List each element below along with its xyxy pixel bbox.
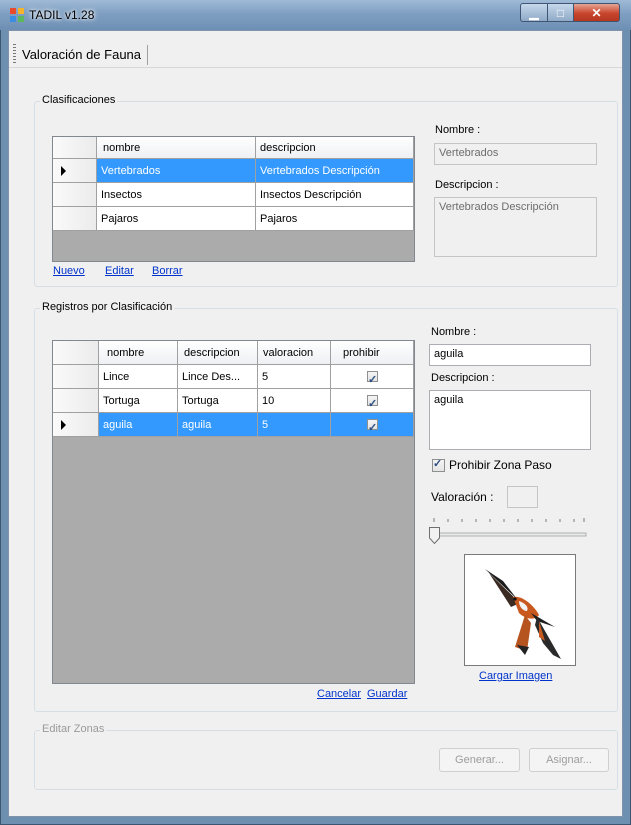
close-button[interactable]: ✕ xyxy=(573,3,620,22)
table-cell[interactable]: aguila xyxy=(178,413,258,437)
registro-nombre-field[interactable]: aguila xyxy=(429,344,591,366)
table-cell[interactable]: Lince xyxy=(99,365,178,389)
minimize-icon: ▁ xyxy=(529,5,539,20)
cancelar-link[interactable]: Cancelar xyxy=(317,688,361,700)
row-header[interactable] xyxy=(53,389,99,413)
table-cell[interactable]: aguila xyxy=(99,413,178,437)
table-cell-prohibir[interactable] xyxy=(331,389,414,413)
table-cell[interactable]: Tortuga xyxy=(99,389,178,413)
registros-title: Registros por Clasificación xyxy=(40,301,175,313)
close-icon: ✕ xyxy=(591,5,602,20)
table-cell[interactable]: 10 xyxy=(258,389,331,413)
prohibir-zona-paso-label[interactable]: Prohibir Zona Paso xyxy=(449,458,552,472)
prohibir-checkbox[interactable] xyxy=(367,417,378,436)
clasif-nombre-label: Nombre : xyxy=(435,124,481,136)
maximize-icon: □ xyxy=(556,5,565,20)
column-header-descripcion[interactable]: descripcion xyxy=(256,137,414,159)
registro-descripcion-field[interactable]: aguila xyxy=(429,390,591,450)
grid-corner xyxy=(53,137,97,159)
clasif-nombre-field[interactable]: Vertebrados xyxy=(434,143,597,165)
eagle-photo-icon xyxy=(485,569,561,659)
nuevo-link[interactable]: Nuevo xyxy=(53,265,85,277)
grid-corner xyxy=(53,341,99,365)
valoracion-field[interactable] xyxy=(507,486,538,508)
window-title: TADIL v1.28 xyxy=(29,8,95,22)
valoracion-slider[interactable] xyxy=(428,514,588,548)
row-header[interactable] xyxy=(53,207,97,231)
table-cell[interactable]: Insectos Descripción xyxy=(256,183,414,207)
row-header[interactable] xyxy=(53,365,99,389)
row-header[interactable] xyxy=(53,183,97,207)
row-header[interactable] xyxy=(53,413,99,437)
app-grid-icon xyxy=(9,7,25,23)
generar-button[interactable]: Generar... xyxy=(439,748,520,772)
row-header[interactable] xyxy=(53,159,97,183)
slider-thumb[interactable] xyxy=(429,527,440,545)
column-header-nombre[interactable]: nombre xyxy=(99,341,178,365)
current-row-arrow-icon xyxy=(61,166,66,176)
cargar-imagen-link[interactable]: Cargar Imagen xyxy=(479,670,552,682)
registro-nombre-label: Nombre : xyxy=(431,326,477,338)
editar-link[interactable]: Editar xyxy=(105,265,134,277)
maximize-button[interactable]: □ xyxy=(547,3,574,22)
prohibir-checkbox[interactable] xyxy=(367,393,378,412)
registro-descripcion-label: Descripcion : xyxy=(431,372,495,384)
current-row-arrow-icon xyxy=(61,420,66,430)
table-cell[interactable]: Vertebrados xyxy=(97,159,256,183)
toolstrip-grip-icon[interactable] xyxy=(13,44,16,64)
table-cell-prohibir[interactable] xyxy=(331,413,414,437)
minimize-button[interactable]: ▁ xyxy=(520,3,548,22)
registros-grid[interactable]: nombre descripcion valoracion prohibir L… xyxy=(52,340,415,684)
borrar-link[interactable]: Borrar xyxy=(152,265,183,277)
guardar-link[interactable]: Guardar xyxy=(367,688,407,700)
clasificaciones-grid[interactable]: nombre descripcion Vertebrados Vertebrad… xyxy=(52,136,415,262)
table-cell[interactable]: 5 xyxy=(258,365,331,389)
column-header-descripcion[interactable]: descripcion xyxy=(178,341,258,365)
slider-track-icon xyxy=(429,518,587,537)
valoracion-label: Valoración : xyxy=(431,490,494,504)
table-cell[interactable]: Pajaros xyxy=(256,207,414,231)
column-header-prohibir[interactable]: prohibir xyxy=(331,341,414,365)
editar-zonas-title: Editar Zonas xyxy=(40,723,107,735)
prohibir-zona-paso-checkbox[interactable] xyxy=(432,457,445,472)
clasif-descripcion-field[interactable]: Vertebrados Descripción xyxy=(434,197,597,257)
table-cell[interactable]: Tortuga xyxy=(178,389,258,413)
tab-valoracion-fauna[interactable]: Valoración de Fauna xyxy=(19,45,149,65)
table-cell[interactable]: Lince Des... xyxy=(178,365,258,389)
table-cell[interactable]: 5 xyxy=(258,413,331,437)
asignar-button[interactable]: Asignar... xyxy=(529,748,609,772)
clasificaciones-title: Clasificaciones xyxy=(40,94,118,106)
animal-picture xyxy=(464,554,576,666)
clasif-descripcion-label: Descripcion : xyxy=(435,179,499,191)
table-cell-prohibir[interactable] xyxy=(331,365,414,389)
table-cell[interactable]: Vertebrados Descripción xyxy=(256,159,414,183)
prohibir-checkbox[interactable] xyxy=(367,369,378,388)
column-header-nombre[interactable]: nombre xyxy=(97,137,256,159)
table-cell[interactable]: Insectos xyxy=(97,183,256,207)
table-cell[interactable]: Pajaros xyxy=(97,207,256,231)
column-header-valoracion[interactable]: valoracion xyxy=(258,341,331,365)
